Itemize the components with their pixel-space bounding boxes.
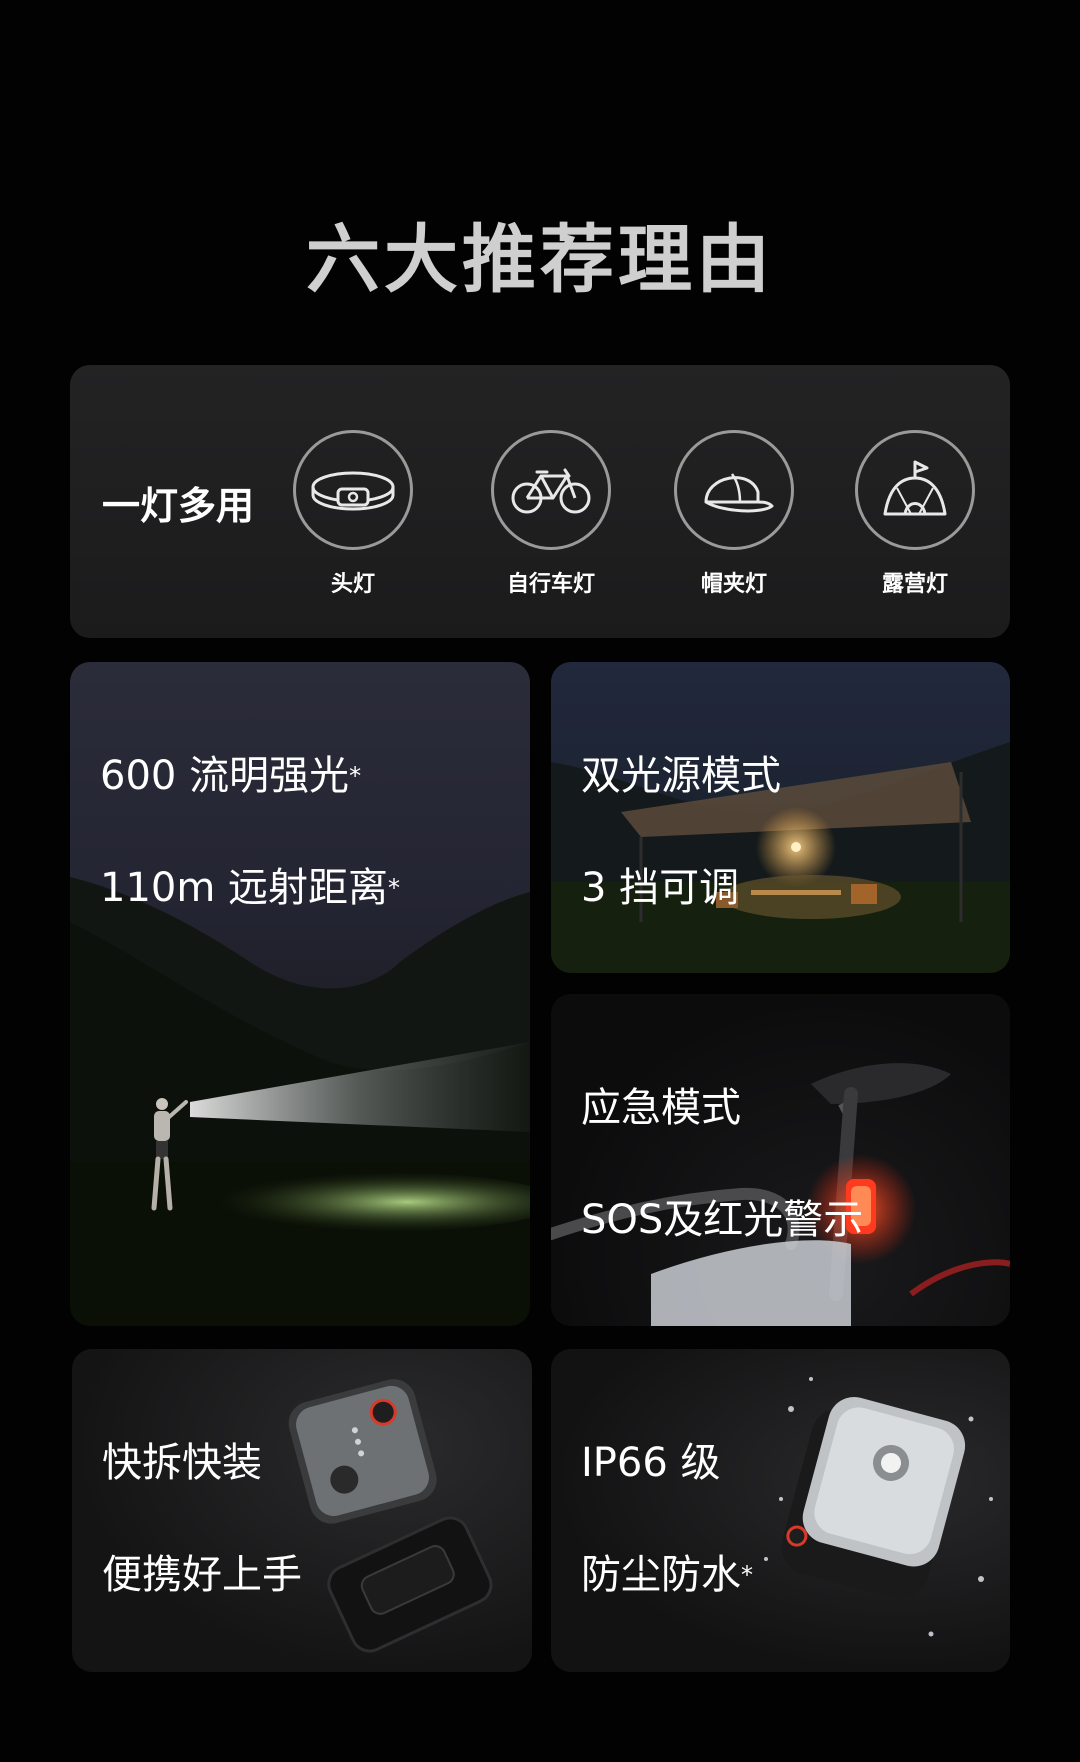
footnote-mark: * xyxy=(388,874,401,902)
feature-card-brightness: 600 流明强光* 110m 远射距离* xyxy=(70,662,530,1326)
use-item-camp-light: 露营灯 xyxy=(835,430,995,598)
cap-icon xyxy=(674,430,794,550)
multi-use-label: 一灯多用 xyxy=(102,484,255,528)
headband-icon xyxy=(293,430,413,550)
feature-text: IP66 级 防尘防水* xyxy=(581,1379,753,1659)
feature-line-1: 双光源模式 xyxy=(581,753,781,799)
feature-line-1: IP66 级 xyxy=(581,1440,721,1486)
feature-card-waterproof: IP66 级 防尘防水* xyxy=(551,1349,1010,1672)
multi-use-card: 一灯多用 头灯 自行车灯 帽夹灯 露营灯 xyxy=(70,365,1010,638)
footnote-mark: * xyxy=(349,762,362,790)
use-item-label: 头灯 xyxy=(330,572,375,597)
tent-icon xyxy=(855,430,975,550)
use-item-headlamp: 头灯 xyxy=(273,430,433,598)
bicycle-icon xyxy=(491,430,611,550)
feature-card-dual-light: 双光源模式 3 挡可调 xyxy=(551,662,1010,973)
use-item-label: 露营灯 xyxy=(881,572,948,597)
page-title: 六大推荐理由 xyxy=(306,217,774,303)
feature-text: 双光源模式 3 挡可调 xyxy=(581,692,781,972)
feature-line-2: 3 挡可调 xyxy=(581,865,740,911)
feature-line-2: 便携好上手 xyxy=(102,1552,302,1598)
use-item-bike-light: 自行车灯 xyxy=(471,430,631,598)
feature-text: 快拆快装 便携好上手 xyxy=(102,1379,302,1659)
feature-card-quick-release: 快拆快装 便携好上手 xyxy=(72,1349,532,1672)
footnote-mark: * xyxy=(741,1561,753,1589)
feature-line-2: SOS及红光警示 xyxy=(581,1197,864,1243)
feature-line-1: 快拆快装 xyxy=(102,1440,262,1486)
use-item-label: 自行车灯 xyxy=(506,572,595,597)
feature-line-1: 应急模式 xyxy=(581,1085,741,1131)
feature-card-emergency: 应急模式 SOS及红光警示 xyxy=(551,994,1010,1326)
feature-text: 600 流明强光* 110m 远射距离* xyxy=(100,692,400,972)
use-item-cap-light: 帽夹灯 xyxy=(654,430,814,598)
feature-line-2: 110m 远射距离 xyxy=(100,865,389,911)
feature-text: 应急模式 SOS及红光警示 xyxy=(581,1024,863,1304)
feature-line-1: 600 流明强光 xyxy=(100,753,350,799)
use-item-label: 帽夹灯 xyxy=(700,572,767,597)
feature-line-2: 防尘防水 xyxy=(581,1552,741,1598)
